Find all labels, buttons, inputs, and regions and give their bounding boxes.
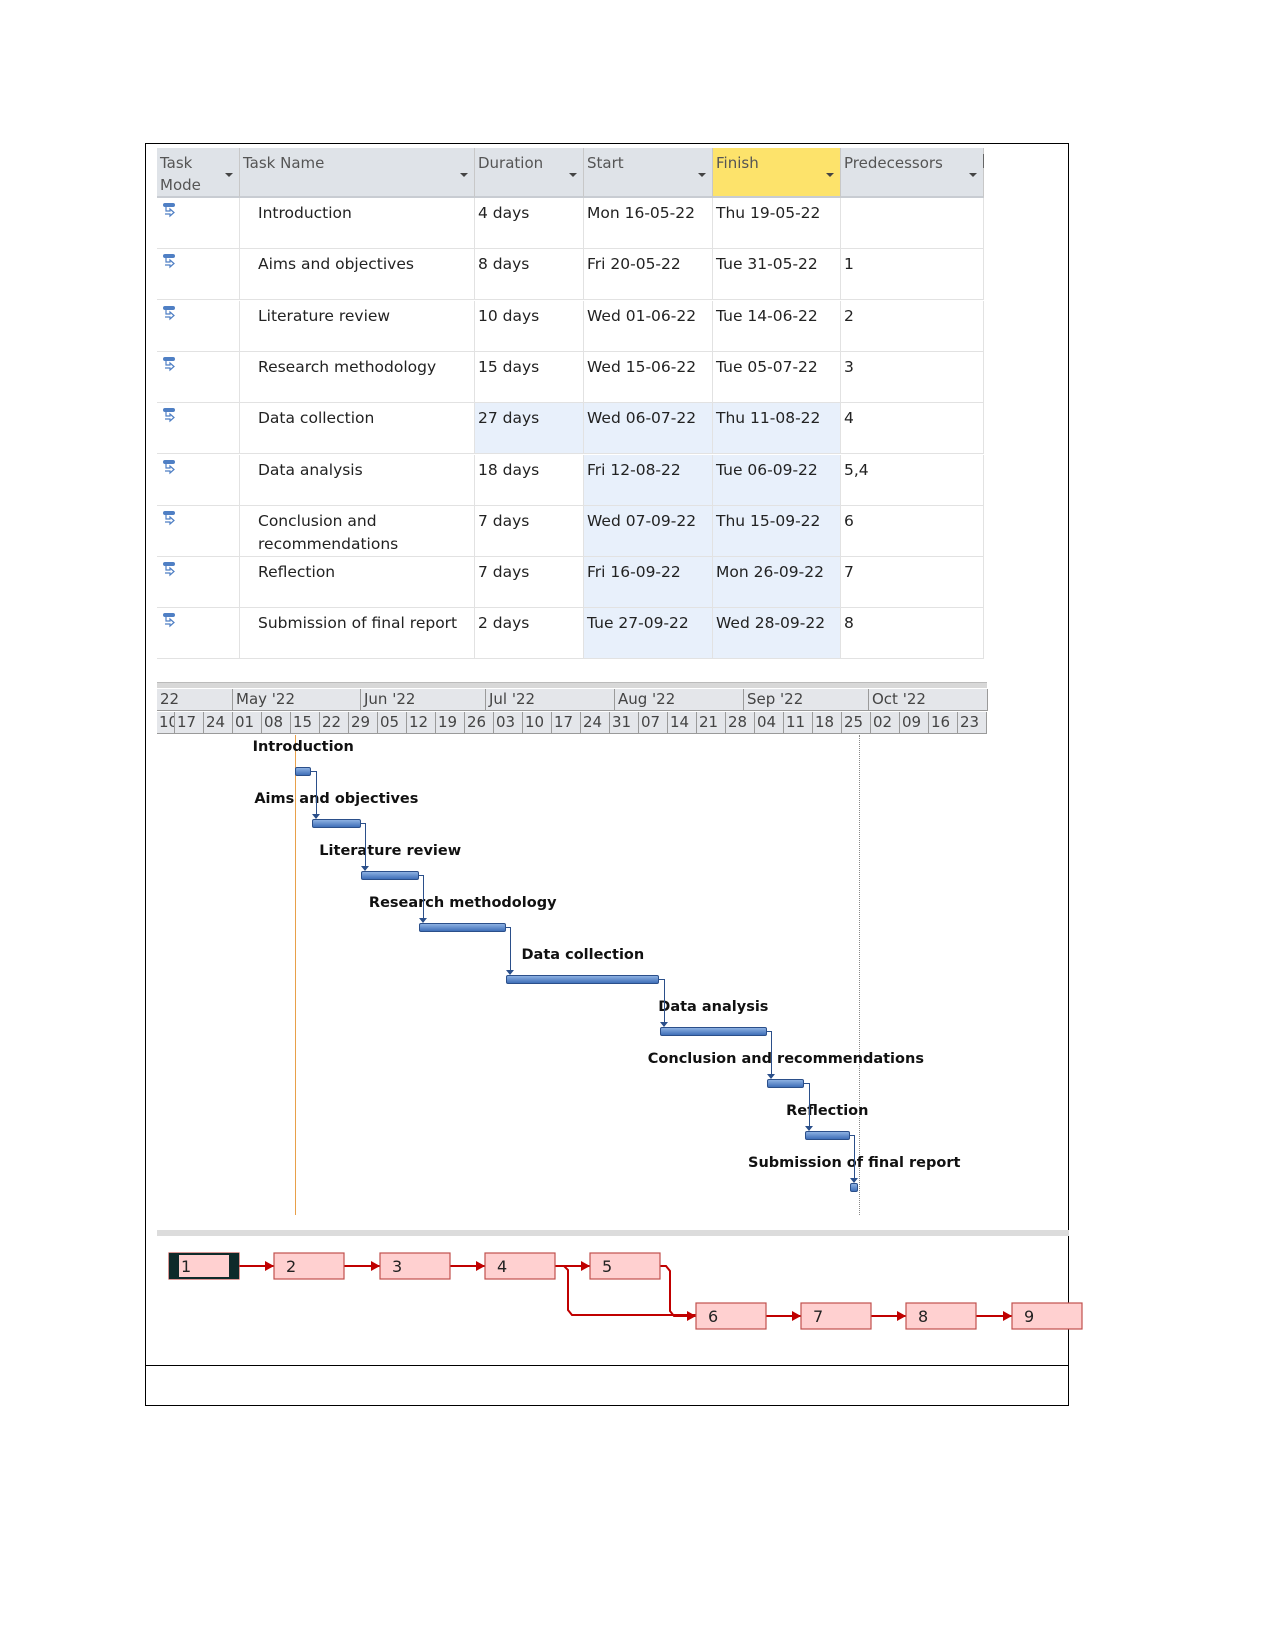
arrow-right-icon — [265, 1261, 274, 1271]
network-node-label: 3 — [392, 1257, 402, 1276]
network-diagram: 1 2 3 4 5 6 7 8 9 — [157, 1230, 1083, 1330]
pane-divider — [157, 1230, 1069, 1236]
arrow-right-icon — [1003, 1311, 1012, 1321]
network-node-label: 9 — [1024, 1307, 1034, 1326]
network-node[interactable] — [484, 1252, 556, 1280]
arrow-right-icon — [476, 1261, 485, 1271]
network-node-label: 4 — [497, 1257, 507, 1276]
network-node-label: 7 — [813, 1307, 823, 1326]
arrow-right-icon — [371, 1261, 380, 1271]
network-node-label: 6 — [708, 1307, 718, 1326]
network-node[interactable] — [905, 1302, 977, 1330]
arrow-right-icon — [581, 1261, 590, 1271]
network-node-label: 5 — [602, 1257, 612, 1276]
network-node[interactable] — [800, 1302, 872, 1330]
network-node-label: 8 — [918, 1307, 928, 1326]
network-node-label: 2 — [286, 1257, 296, 1276]
arrow-right-icon — [687, 1311, 696, 1321]
network-node[interactable] — [379, 1252, 451, 1280]
network-link — [660, 1265, 696, 1317]
network-node[interactable] — [695, 1302, 767, 1330]
network-node[interactable] — [589, 1252, 661, 1280]
network-node[interactable] — [273, 1252, 345, 1280]
network-node[interactable] — [1011, 1302, 1083, 1330]
arrow-right-icon — [897, 1311, 906, 1321]
arrow-right-icon — [792, 1311, 801, 1321]
network-node-label: 1 — [181, 1257, 191, 1276]
